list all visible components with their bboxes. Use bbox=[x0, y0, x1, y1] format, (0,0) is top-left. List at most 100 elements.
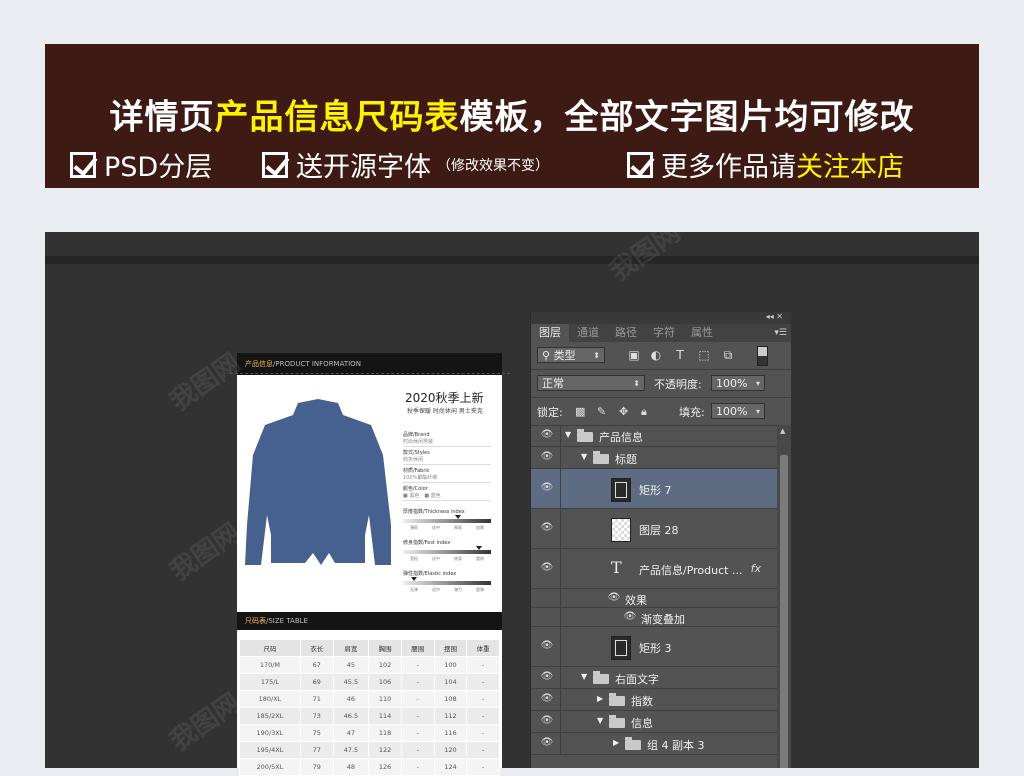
table-cell: - bbox=[466, 673, 500, 691]
opacity-input[interactable]: 100% ▾ bbox=[711, 375, 765, 391]
eye-icon[interactable]: 👁︎ bbox=[540, 451, 554, 465]
lock-brush-icon[interactable]: ✎ bbox=[597, 405, 606, 418]
effect-eye-icon[interactable]: 👁︎ bbox=[607, 592, 621, 606]
layer-row[interactable]: 👁︎ ▶ 指数 bbox=[531, 689, 777, 711]
layer-row[interactable]: 👁︎ ▶ 组 4 副本 3 bbox=[531, 733, 777, 755]
lock-all-icon[interactable]: 🔒︎ bbox=[641, 405, 647, 419]
tab-1[interactable]: 通道 bbox=[569, 324, 607, 342]
eye-icon[interactable]: 👁︎ bbox=[540, 640, 554, 654]
layer-thumbnail bbox=[611, 636, 631, 660]
table-cell: 112 bbox=[433, 707, 468, 725]
visibility-cell[interactable]: 👁︎ bbox=[531, 667, 561, 688]
visibility-cell bbox=[531, 608, 561, 626]
table-cell: 180/XL bbox=[239, 690, 301, 708]
table-cell: 45 bbox=[332, 656, 370, 674]
expand-down-icon[interactable]: ▼ bbox=[565, 430, 571, 439]
product-subtitle: 秋季保暖 时尚休闲 男士夹克 bbox=[407, 408, 483, 415]
layer-row[interactable]: 👁︎ ▼ 右面文字 bbox=[531, 667, 777, 689]
adjustment-filter-icon[interactable]: ◐ bbox=[649, 348, 663, 362]
expand-down-icon[interactable]: ▼ bbox=[581, 452, 587, 461]
eye-icon[interactable]: 👁︎ bbox=[540, 737, 554, 751]
spec-value: 商务休闲 bbox=[403, 456, 491, 465]
layer-row[interactable]: 👁︎ T 产品信息/Product ... fx bbox=[531, 549, 777, 589]
filter-toggle[interactable] bbox=[757, 346, 768, 366]
eye-icon[interactable]: 👁︎ bbox=[540, 482, 554, 496]
layer-row[interactable]: 👁︎ ▼ 产品信息 bbox=[531, 425, 777, 447]
layer-row[interactable]: 👁︎ 图层 28 bbox=[531, 509, 777, 549]
scroll-thumb[interactable] bbox=[780, 455, 788, 768]
size-col-header: 摆围 bbox=[433, 639, 468, 657]
folder-icon bbox=[609, 693, 625, 706]
layer-thumbnail bbox=[611, 478, 631, 502]
layer-thumbnail bbox=[611, 518, 631, 542]
smartobject-filter-icon[interactable]: ⧉ bbox=[721, 348, 735, 363]
spec-item: 颜色/Color ■ 黑色 ■ 蓝色 bbox=[403, 485, 491, 501]
layer-name: 矩形 7 bbox=[639, 484, 672, 497]
document-canvas[interactable]: 产品信息/PRODUCT INFORMATION 2020秋季上新 秋季保暖 时… bbox=[230, 353, 510, 776]
text-filter-icon[interactable]: T bbox=[673, 348, 687, 362]
visibility-cell[interactable]: 👁︎ bbox=[531, 711, 561, 732]
visibility-cell[interactable]: 👁︎ bbox=[531, 425, 561, 446]
visibility-cell[interactable]: 👁︎ bbox=[531, 733, 561, 754]
size-header-en: /SIZE TABLE bbox=[266, 617, 308, 625]
table-cell: 69 bbox=[299, 673, 334, 691]
layer-row[interactable]: 👁︎ 渐变叠加 bbox=[531, 608, 777, 627]
tab-4[interactable]: 属性 bbox=[683, 324, 721, 342]
fill-input[interactable]: 100% ▾ bbox=[711, 403, 765, 419]
blend-row: 正常 ⬍ 不透明度: 100% ▾ bbox=[531, 369, 791, 398]
expand-down-icon[interactable]: ▼ bbox=[581, 672, 587, 681]
layer-row[interactable]: 👁︎ 效果 bbox=[531, 589, 777, 608]
opacity-label: 不透明度: bbox=[654, 378, 702, 391]
tab-2[interactable]: 路径 bbox=[607, 324, 645, 342]
lock-transparent-icon[interactable]: ▩ bbox=[575, 405, 585, 418]
expand-right-icon[interactable]: ▶ bbox=[613, 738, 619, 747]
table-cell: 126 bbox=[368, 758, 402, 776]
filter-kind-select[interactable]: ⚲ 类型 ⬍ bbox=[537, 347, 605, 363]
index-tick: 超弹 bbox=[476, 587, 484, 592]
eye-icon[interactable]: 👁︎ bbox=[540, 715, 554, 729]
lock-move-icon[interactable]: ✥ bbox=[619, 405, 628, 418]
layer-row[interactable]: 👁︎ 矩形 3 bbox=[531, 627, 777, 667]
eye-icon[interactable]: 👁︎ bbox=[540, 522, 554, 536]
size-col-header: 衣长 bbox=[299, 639, 334, 657]
layer-row[interactable]: 👁︎ 矩形 7 bbox=[531, 469, 777, 509]
effect-eye-icon[interactable]: 👁︎ bbox=[623, 611, 637, 625]
folder-icon bbox=[625, 737, 641, 750]
visibility-cell[interactable]: 👁︎ bbox=[531, 509, 561, 548]
eye-icon[interactable]: 👁︎ bbox=[540, 671, 554, 685]
table-cell: 46 bbox=[332, 690, 370, 708]
table-cell: 46.5 bbox=[332, 707, 370, 725]
visibility-cell[interactable]: 👁︎ bbox=[531, 627, 561, 666]
table-cell: 118 bbox=[368, 724, 402, 742]
eye-icon[interactable]: 👁︎ bbox=[540, 562, 554, 576]
visibility-cell[interactable]: 👁︎ bbox=[531, 689, 561, 710]
index-tick: 无弹 bbox=[410, 587, 418, 592]
banner-title: 详情页产品信息尺码表模板，全部文字图片均可修改 bbox=[45, 90, 979, 139]
shape-filter-icon[interactable]: ⬚ bbox=[697, 348, 711, 362]
eye-icon[interactable]: 👁︎ bbox=[540, 693, 554, 707]
panel-menu-icon[interactable]: ▾☰ bbox=[774, 324, 787, 342]
layer-row[interactable]: 👁︎ ▼ 标题 bbox=[531, 447, 777, 469]
folder-icon bbox=[577, 429, 593, 442]
scroll-up-icon[interactable]: ▲ bbox=[780, 427, 785, 435]
index-bar bbox=[403, 577, 491, 585]
options-strip bbox=[45, 256, 979, 264]
visibility-cell[interactable]: 👁︎ bbox=[531, 469, 561, 508]
tab-0[interactable]: 图层 bbox=[531, 324, 569, 342]
table-row: 195/4XL 77 47.5 122-120- bbox=[239, 741, 500, 759]
expand-down-icon[interactable]: ▼ bbox=[597, 716, 603, 725]
panel-titlebar: ◂◂ ✕ bbox=[531, 312, 791, 324]
layers-scrollbar[interactable]: ▲ bbox=[777, 425, 791, 768]
index-tick: 适中 bbox=[432, 525, 440, 530]
visibility-cell[interactable]: 👁︎ bbox=[531, 549, 561, 588]
blend-mode-select[interactable]: 正常 ⬍ bbox=[537, 375, 645, 391]
image-filter-icon[interactable]: ▣ bbox=[627, 348, 641, 362]
layer-row[interactable]: 👁︎ ▼ 信息 bbox=[531, 711, 777, 733]
panel-window-controls[interactable]: ◂◂ ✕ bbox=[766, 312, 783, 321]
size-header-cn: 尺码表 bbox=[245, 617, 266, 625]
fx-icon[interactable]: fx bbox=[751, 562, 761, 575]
tab-3[interactable]: 字符 bbox=[645, 324, 683, 342]
expand-right-icon[interactable]: ▶ bbox=[597, 694, 603, 703]
visibility-cell[interactable]: 👁︎ bbox=[531, 447, 561, 468]
eye-icon[interactable]: 👁︎ bbox=[540, 429, 554, 443]
